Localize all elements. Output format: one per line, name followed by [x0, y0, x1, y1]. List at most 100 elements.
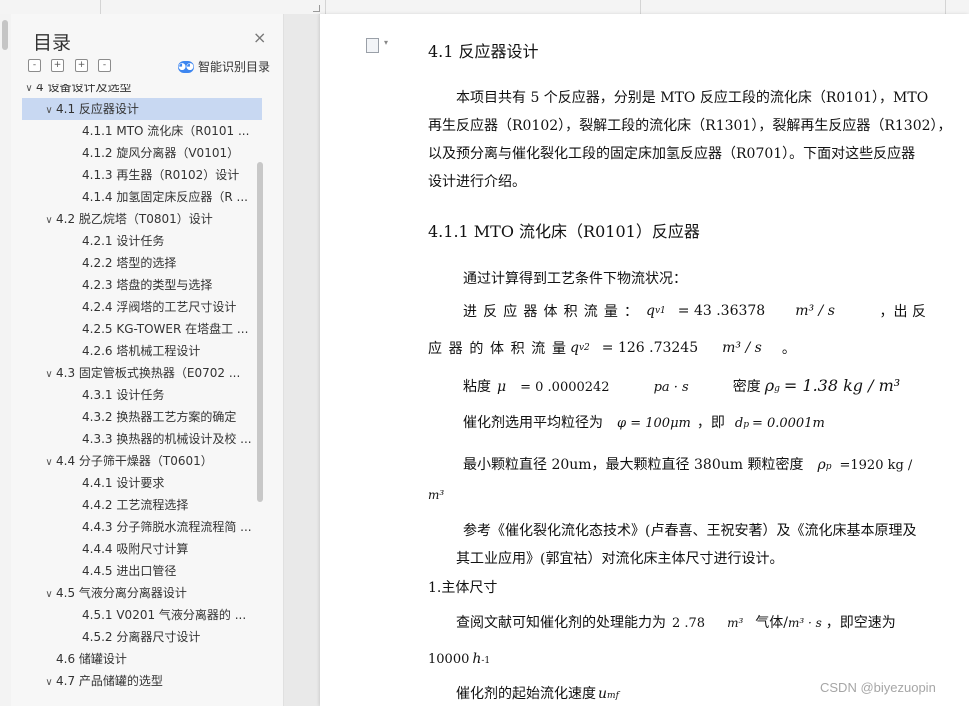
label-char: 流 [531, 341, 546, 357]
toc-item-label: 4.4.2 工艺流程选择 [82, 498, 189, 512]
expand-level-icon[interactable]: + [51, 59, 64, 72]
remove-heading-icon[interactable]: - [98, 59, 111, 72]
label-char: 流 [583, 304, 598, 320]
viscosity-unit: pa · s [653, 380, 689, 395]
chevron-down-icon[interactable]: ∨ [42, 584, 56, 604]
umf-text: 催化剂的起始流化速度 [456, 686, 596, 702]
toc-item[interactable]: ∨ 4.2 脱乙烷塔（T0801）设计 [22, 208, 262, 230]
toc-item-label: 4.1.1 MTO 流化床（R0101 ... [82, 124, 250, 138]
chevron-down-icon[interactable]: ∨ [42, 364, 56, 384]
toc-item[interactable]: ∨ 4.4 分子筛干燥器（T0601） [22, 450, 262, 472]
toc-item-label: 4.5.2 分离器尺寸设计 [82, 630, 201, 644]
toc-item-label: 4.7 产品储罐的选型 [56, 674, 163, 688]
label-char: 应 [428, 341, 442, 357]
intro-line: 通过计算得到工艺条件下物流状况： [463, 271, 687, 287]
viscosity-value: = 0 .0000242 [520, 380, 610, 395]
q-sub: v2 [578, 343, 590, 353]
toc-item-label: 4.2.6 塔机械工程设计 [82, 344, 201, 358]
toc-item-label: 4.3.2 换热器工艺方案的确定 [82, 410, 237, 424]
collapse-all-icon[interactable]: - [28, 59, 41, 72]
toc-item[interactable]: ∨ 4.1 反应器设计 [22, 98, 262, 120]
toc-item-label: 4.4 分子筛干燥器（T0601） [56, 454, 213, 468]
toc-item[interactable]: 4.2.1 设计任务 [22, 230, 262, 252]
label-char: 的 [469, 341, 484, 357]
toc-item[interactable]: 4.2.2 塔型的选择 [22, 252, 262, 274]
label-char: 进 [463, 304, 477, 320]
toc-item[interactable]: 4.2.3 塔盘的类型与选择 [22, 274, 262, 296]
umf-symbol: u [598, 686, 608, 702]
dp-symbol: d [734, 416, 744, 431]
toc-item[interactable]: 4.4.4 吸附尺寸计算 [22, 538, 262, 560]
inlet-flow-value: = 43 .36378 [677, 303, 766, 319]
toc-item[interactable]: 4.1.4 加氢固定床反应器（R ... [22, 186, 262, 208]
heading-4-1: 4.1 反应器设计 [428, 42, 539, 61]
outlet-flow-value: = 126 .73245 [601, 340, 699, 356]
toc-item[interactable]: 4.4.5 进出口管径 [22, 560, 262, 582]
reference-line: 参考《催化裂化流化态技术》(卢春喜、王祝安著）及《流化床基本原理及 [463, 523, 917, 539]
flow-unit: m³ / s [722, 340, 762, 356]
inlet-flow-tail: ，出 反 [879, 304, 926, 320]
toc-item[interactable]: ∨ 4.7 产品储罐的选型 [22, 670, 262, 692]
toc-item[interactable]: 4.1.3 再生器（R0102）设计 [22, 164, 262, 186]
label-char: 体 [489, 341, 504, 357]
toc-item[interactable]: ∨ 4 设备设计及选型 [22, 84, 262, 98]
toc-item[interactable]: 4.1.1 MTO 流化床（R0101 ... [22, 120, 262, 142]
toc-item[interactable]: 4.5.2 分离器尺寸设计 [22, 626, 262, 648]
add-heading-icon[interactable]: + [75, 59, 88, 72]
q-sub: v1 [654, 306, 666, 316]
toc-item[interactable]: 4.2.5 KG-TOWER 在塔盘工 ... [22, 318, 262, 340]
toc-item[interactable]: 4.3.3 换热器的机械设计及校 ... [22, 428, 262, 450]
toc-item-label: 4 设备设计及选型 [36, 84, 132, 94]
particle-line: 催化剂选用平均粒径为 φ = 100μm ，即 dp = 0.0001m [463, 412, 825, 432]
page-icon[interactable] [366, 38, 379, 53]
toc-item[interactable]: 4.3.2 换热器工艺方案的确定 [22, 406, 262, 428]
smart-recognize-icon: ◕◕ [178, 60, 194, 73]
space-velocity-line: 10000 h -1 [428, 651, 490, 667]
toc-item[interactable]: 4.4.2 工艺流程选择 [22, 494, 262, 516]
chevron-down-icon[interactable]: ∨ [42, 210, 56, 230]
size-text: 最小颗粒直径 20um，最大颗粒直径 380um 颗粒密度 [463, 457, 804, 473]
toc-item[interactable]: ∨ 4.3 固定管板式换热器（E0702 ... [22, 362, 262, 384]
toc-item[interactable]: 4.4.3 分子筛脱水流程流程简 ... [22, 516, 262, 538]
top-strip-divider [325, 0, 326, 14]
chevron-down-icon[interactable]: ∨ [22, 84, 36, 98]
outer-scrollbar[interactable] [0, 14, 11, 706]
section-main-size: 1.主体尺寸 [428, 580, 498, 596]
toc-item-label: 4.6 储罐设计 [56, 652, 127, 666]
chevron-down-icon[interactable]: ∨ [42, 452, 56, 472]
toc-item-label: 4.1.3 再生器（R0102）设计 [82, 168, 240, 182]
toc-item[interactable]: 4.4.1 设计要求 [22, 472, 262, 494]
smart-recognize-button[interactable]: ◕◕ 智能识别目录 [178, 58, 270, 75]
smart-recognize-label: 智能识别目录 [198, 60, 271, 74]
toc-item[interactable]: ∨ 4.5 气液分离分离器设计 [22, 582, 262, 604]
capacity-unit-2: m³ · s [788, 616, 822, 630]
inlet-flow-line: 进反应器体积流量 ： q v1 = 43 .36378 m³ / s ，出 反 [463, 301, 926, 321]
outer-scrollbar-thumb[interactable] [2, 20, 8, 50]
toc-item[interactable]: 4.5.1 V0201 气液分离器的 ... [22, 604, 262, 626]
chevron-down-icon[interactable]: ∨ [42, 672, 56, 692]
toc-item-label: 4.3.1 设计任务 [82, 388, 165, 402]
paragraph-line: 以及预分离与催化裂化工段的固定床加氢反应器（R0701）。下面对这些反应器 [428, 146, 916, 162]
rho-symbol: ρ [764, 376, 775, 395]
toc-scrollbar-thumb[interactable] [257, 162, 263, 502]
chevron-down-icon[interactable]: ▾ [384, 38, 388, 47]
toc-item-label: 4.3 固定管板式换热器（E0702 ... [56, 366, 241, 380]
resize-corner-icon[interactable] [313, 5, 320, 12]
chevron-down-icon[interactable]: ∨ [42, 100, 56, 120]
rho-p-sub: p [825, 462, 832, 472]
close-icon[interactable]: × [253, 30, 266, 46]
capacity-unit: m³ [727, 616, 744, 630]
toc-item[interactable]: 4.6 储罐设计 [22, 648, 262, 670]
toc-panel: 目录 × - + + - ◕◕ 智能识别目录 ∨ 4 设备设计及选型 ∨ 4.1 反应… [11, 14, 284, 706]
top-strip-divider [100, 0, 101, 14]
toc-item[interactable]: 4.3.1 设计任务 [22, 384, 262, 406]
label-char: 应 [503, 304, 518, 320]
toc-item[interactable]: 4.2.6 塔机械工程设计 [22, 340, 262, 362]
capacity-gas: 气体/ [755, 615, 788, 631]
rho-p-value: =1920 kg / [839, 458, 913, 473]
toc-item[interactable]: 4.2.4 浮阀塔的工艺尺寸设计 [22, 296, 262, 318]
m3-unit: m³ [428, 488, 445, 502]
toc-item[interactable]: 4.1.2 旋风分离器（V0101） [22, 142, 262, 164]
top-strip [0, 0, 969, 15]
density-value: = 1.38 kg / m³ [783, 376, 901, 395]
